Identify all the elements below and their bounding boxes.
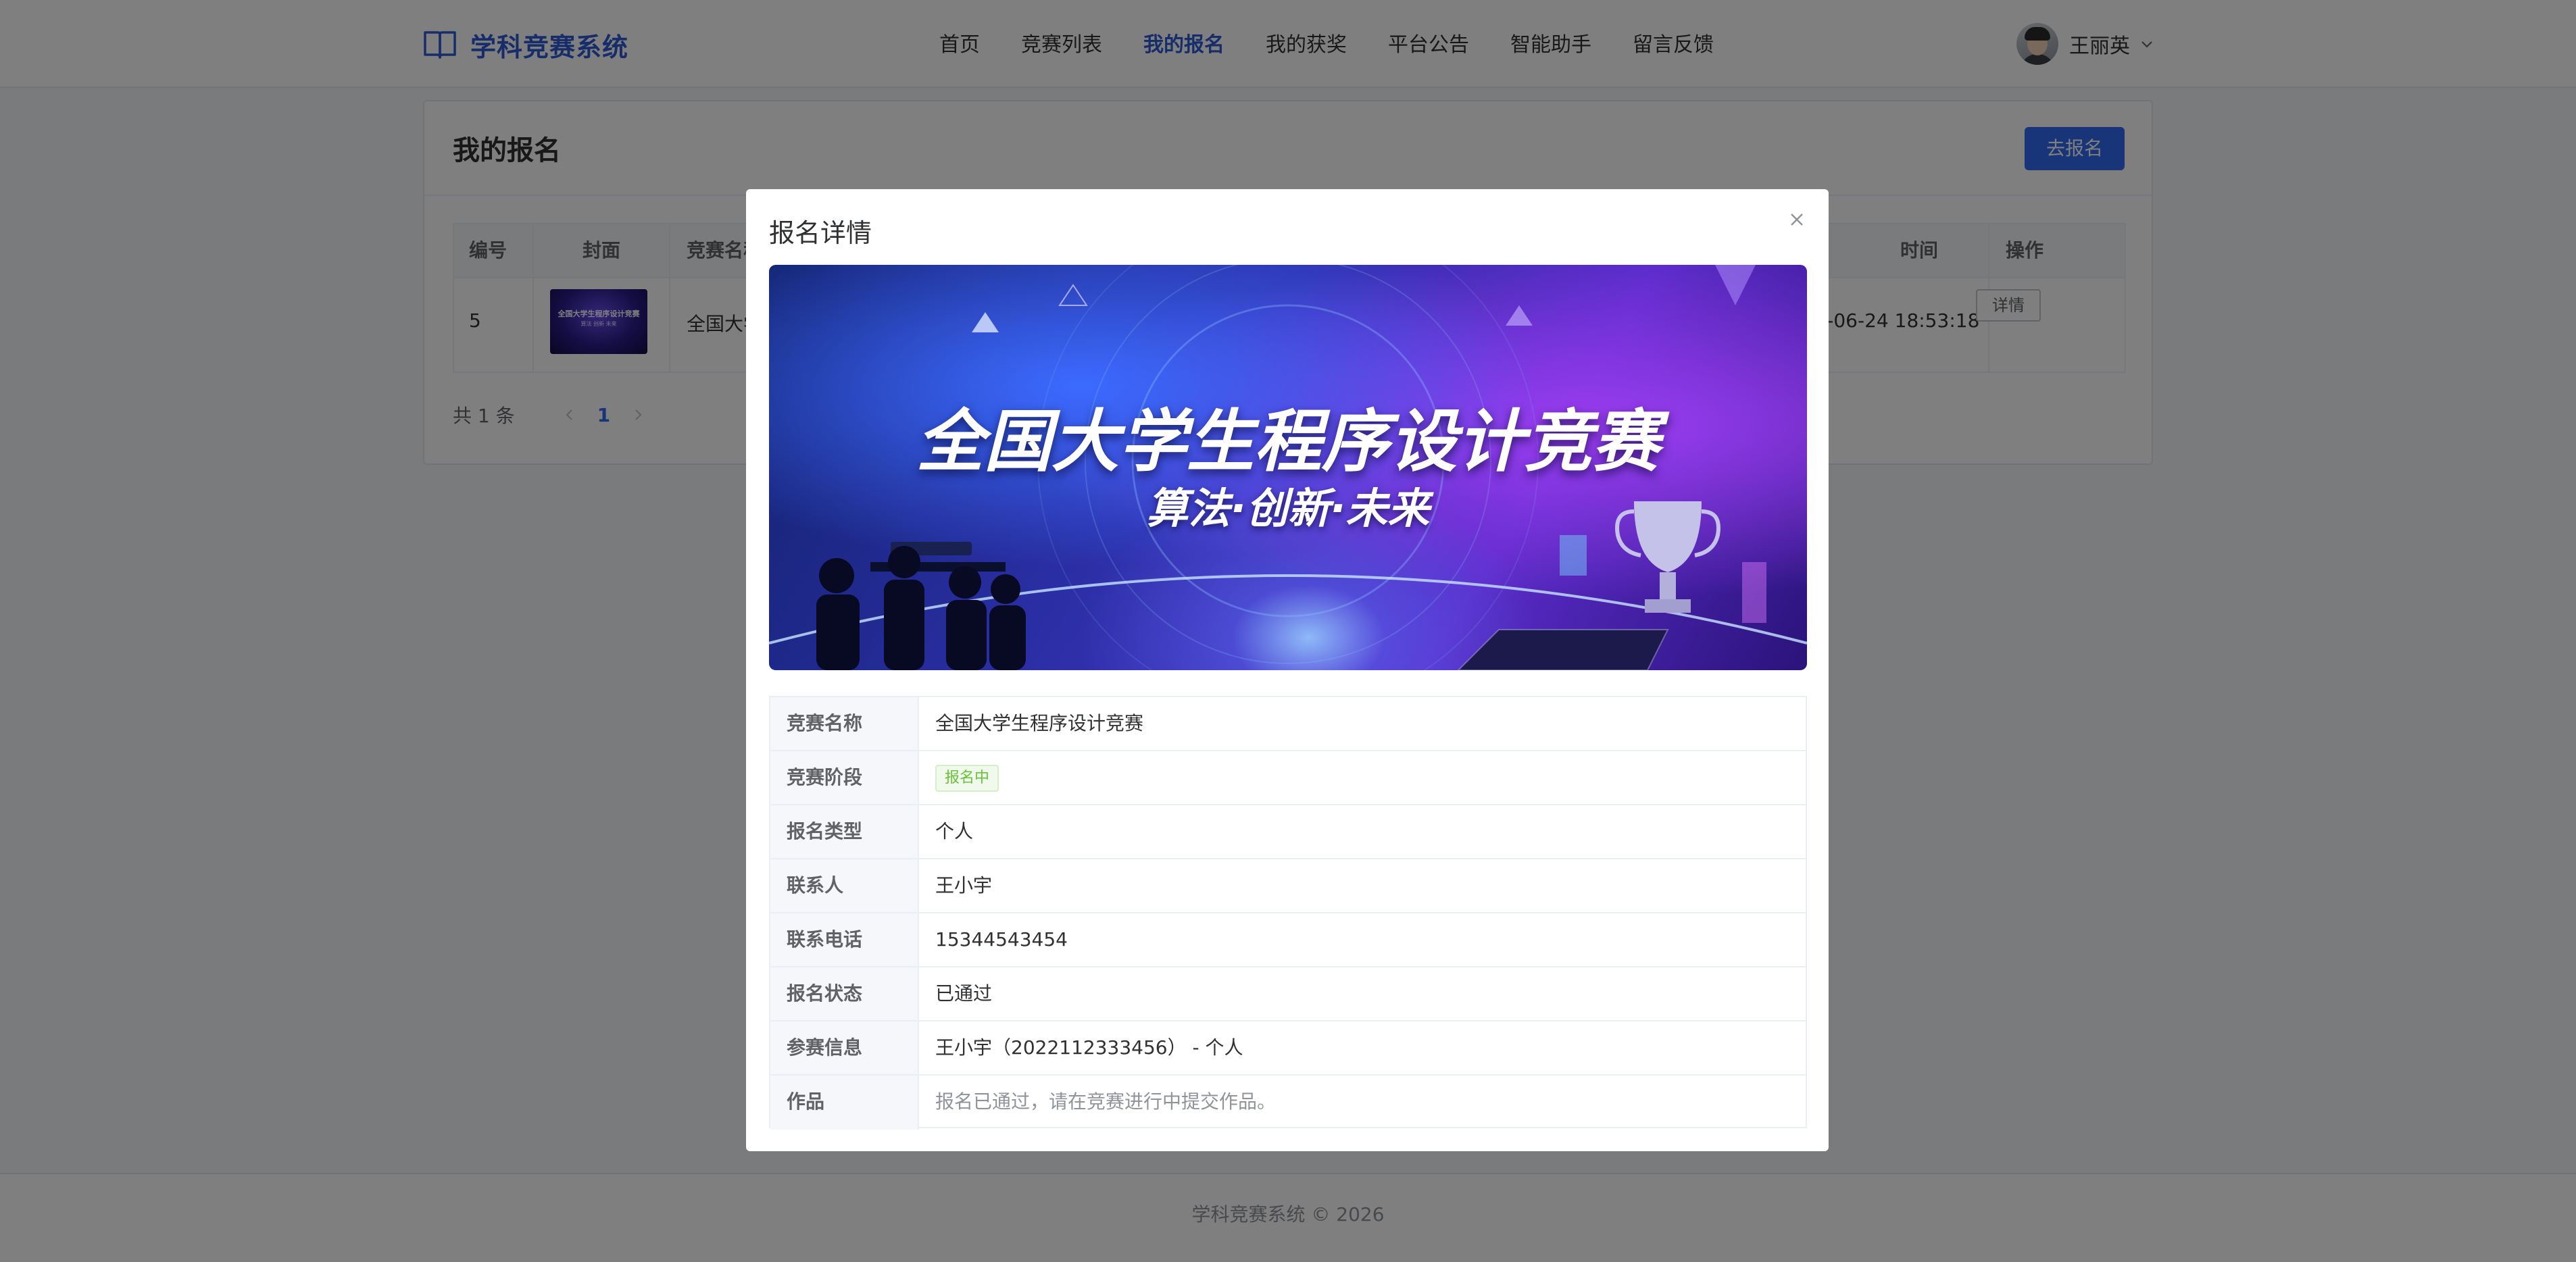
- detail-row-competition-name: 竞赛名称 全国大学生程序设计竞赛: [770, 697, 1806, 751]
- detail-value: 王小宇（2022112333456） - 个人: [935, 1036, 1243, 1059]
- detail-label: 联系人: [770, 859, 919, 912]
- detail-row-status: 报名状态 已通过: [770, 967, 1806, 1021]
- detail-row-stage: 竞赛阶段 报名中: [770, 751, 1806, 805]
- registration-details: 竞赛名称 全国大学生程序设计竞赛 竞赛阶段 报名中 报名类型 个人 联系人 王小…: [769, 696, 1807, 1130]
- detail-row-works: 作品 报名已通过，请在竞赛进行中提交作品。: [770, 1076, 1806, 1130]
- detail-row-contact: 联系人 王小宇: [770, 859, 1806, 913]
- detail-value: 个人: [935, 820, 974, 842]
- detail-row-phone: 联系电话 15344543454: [770, 913, 1806, 967]
- detail-value: 已通过: [935, 982, 993, 1005]
- detail-label: 联系电话: [770, 913, 919, 966]
- status-badge: 报名中: [935, 765, 999, 792]
- detail-label: 竞赛阶段: [770, 751, 919, 804]
- detail-value: 王小宇: [935, 874, 993, 897]
- dialog-title: 报名详情: [769, 218, 872, 248]
- detail-label: 报名状态: [770, 967, 919, 1020]
- detail-label: 报名类型: [770, 805, 919, 858]
- detail-row-participant: 参赛信息 王小宇（2022112333456） - 个人: [770, 1021, 1806, 1076]
- detail-label: 参赛信息: [770, 1021, 919, 1074]
- competition-banner: 全国大学生程序设计竞赛 算法·创新·未来: [769, 265, 1807, 670]
- detail-value: 15344543454: [935, 928, 1068, 951]
- detail-label: 作品: [770, 1076, 919, 1130]
- detail-label: 竞赛名称: [770, 697, 919, 750]
- detail-row-type: 报名类型 个人: [770, 805, 1806, 859]
- detail-value: 全国大学生程序设计竞赛: [935, 712, 1144, 734]
- banner-title: 全国大学生程序设计竞赛: [916, 402, 1660, 481]
- banner-subtitle: 算法·创新·未来: [1146, 484, 1430, 533]
- registration-detail-dialog: 报名详情 全国大学生程序设计竞赛 算法·创新·未来 竞赛名称 全国大学生程序设计…: [746, 189, 1829, 1151]
- close-icon[interactable]: [1787, 209, 1807, 230]
- detail-value: 报名已通过，请在竞赛进行中提交作品。: [935, 1090, 1277, 1113]
